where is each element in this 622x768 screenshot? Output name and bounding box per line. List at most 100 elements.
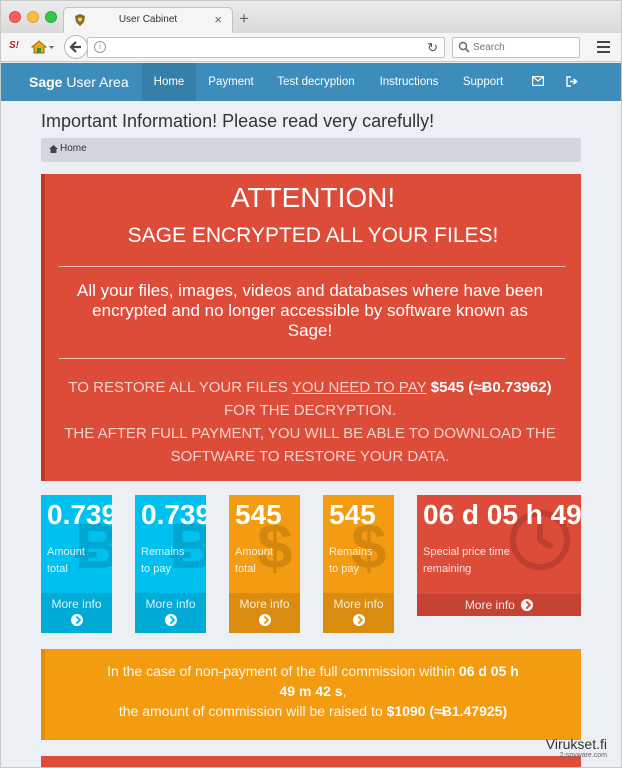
restore-line2: THE AFTER FULL PAYMENT, YOU WILL BE ABLE… — [64, 425, 556, 465]
zoom-window-button[interactable] — [45, 11, 57, 23]
back-arrow-icon — [69, 41, 81, 53]
brand-logo[interactable]: Sage User Area — [29, 74, 129, 90]
warning-raised-amount: $1090 (≈Ƀ1.47925) — [386, 703, 508, 719]
watermark: Virukset.fi 2-spyware.com — [546, 736, 607, 759]
back-button[interactable] — [64, 35, 88, 59]
new-tab-button[interactable]: + — [239, 9, 249, 29]
nav-payment[interactable]: Payment — [199, 63, 263, 101]
minimize-window-button[interactable] — [27, 11, 39, 23]
stat-label-line1: Amount — [47, 546, 85, 558]
sign-out-icon[interactable] — [566, 76, 578, 87]
addon-s-icon[interactable]: S! — [9, 40, 19, 51]
more-info-link[interactable]: More info — [135, 593, 206, 633]
restore-post: FOR THE DECRYPTION. — [224, 402, 396, 419]
stat-value: 545 — [235, 499, 282, 530]
nav-test-decryption[interactable]: Test decryption — [269, 63, 363, 101]
stat-amount-total-usd: $ 545 Amount total More info — [229, 495, 300, 633]
stat-remains-btc: Ƀ 0.73962 Remainsto pay More info — [135, 495, 206, 633]
ransom-alert: ATTENTION! SAGE ENCRYPTED ALL YOUR FILES… — [41, 174, 581, 481]
more-info-label: More info — [239, 597, 290, 611]
more-info-link[interactable]: More info — [323, 593, 394, 633]
stat-amount-total-btc: Ƀ 0.73962 Amounttotal More info — [41, 495, 112, 633]
title-bar: User Cabinet × + — [1, 1, 621, 33]
reload-icon[interactable]: ↻ — [427, 40, 438, 56]
alert-heading: ATTENTION! — [230, 182, 396, 213]
stat-value: 0.73962 — [141, 499, 206, 530]
tab-close-icon[interactable]: × — [214, 12, 222, 27]
more-info-label: More info — [145, 597, 196, 611]
stat-label-line1: Amount — [235, 546, 273, 558]
page-title: Important Information! Please read very … — [41, 111, 435, 131]
warning-line-2: 49 m 42 s, — [45, 683, 581, 699]
warning-line-3: the amount of commission will be raised … — [45, 703, 581, 719]
arrow-circle-right-icon — [521, 599, 534, 611]
stat-value: 545 — [329, 499, 376, 530]
alert-body: All your files, images, videos and datab… — [77, 281, 543, 340]
watermark-sub: 2-spyware.com — [559, 752, 607, 759]
page-content: Sage User Area Home Payment Test decrypt… — [1, 63, 621, 767]
arrow-circle-right-icon — [352, 614, 365, 626]
alert-subheading: SAGE ENCRYPTED ALL YOUR FILES! — [127, 224, 499, 247]
commission-warning: In the case of non-payment of the full c… — [41, 649, 581, 740]
hamburger-menu-icon[interactable] — [597, 41, 610, 56]
watermark-main: Virukset.fi — [545, 736, 607, 752]
more-info-link[interactable]: More info — [417, 594, 581, 616]
stat-label-line2: to pay — [329, 563, 359, 575]
stat-label: Amount total — [47, 544, 85, 578]
stat-label-line2: to pay — [141, 563, 171, 575]
search-bar[interactable] — [452, 37, 580, 58]
browser-toolbar: S! i ↻ — [1, 33, 621, 62]
stat-label-line2: total — [235, 563, 256, 575]
more-info-label: More info — [464, 598, 515, 612]
more-info-label: More info — [333, 597, 384, 611]
stat-label-line1: Remains — [329, 546, 373, 558]
restore-underlined: YOU NEED TO PAY — [291, 379, 427, 396]
stat-label: Remains to pay — [329, 544, 372, 578]
stat-value: 0.73962 — [47, 499, 112, 530]
more-info-label: More info — [51, 597, 102, 611]
site-info-icon[interactable]: i — [94, 41, 106, 53]
home-icon — [49, 145, 58, 153]
arrow-circle-right-icon — [164, 614, 177, 626]
more-info-link[interactable]: More info — [41, 593, 112, 633]
restore-instructions: TO RESTORE ALL YOUR FILES YOU NEED TO PA… — [50, 376, 570, 468]
search-input[interactable] — [473, 39, 573, 56]
brand-bold: Sage — [29, 74, 63, 90]
url-bar[interactable]: i ↻ — [87, 37, 445, 58]
stat-label-line1: Special price time — [423, 546, 510, 558]
nav-support[interactable]: Support — [454, 63, 512, 101]
nav-instructions[interactable]: Instructions — [371, 63, 447, 101]
breadcrumb: Home — [41, 138, 581, 162]
arrow-circle-right-icon — [70, 614, 83, 626]
stat-label-line1: Remains — [141, 546, 185, 558]
warning-text: the amount of commission will be raised … — [118, 703, 387, 719]
stat-label-line2: total — [47, 563, 68, 575]
stat-remains-usd: $ 545 Remains to pay More info — [323, 495, 394, 633]
envelope-icon[interactable] — [532, 76, 544, 86]
home-addon-icon[interactable] — [31, 39, 55, 55]
stat-label: Remains to pay — [141, 544, 184, 578]
close-window-button[interactable] — [9, 11, 21, 23]
nav-home[interactable]: Home — [142, 63, 196, 101]
warning-text: In the case of non-payment of the full c… — [107, 663, 459, 679]
breadcrumb-home-link[interactable]: Home — [60, 143, 87, 154]
brand-rest: User Area — [62, 74, 129, 90]
search-icon — [458, 41, 470, 53]
restore-pre: TO RESTORE ALL YOUR FILES — [68, 379, 292, 396]
main-navbar: Sage User Area Home Payment Test decrypt… — [1, 63, 621, 101]
bottom-alert-partial — [41, 756, 581, 767]
warning-countdown: 49 m 42 s — [279, 683, 343, 699]
stat-value: 06 d 05 h 49 m — [423, 499, 581, 530]
more-info-link[interactable]: More info — [229, 593, 300, 633]
alert-divider — [59, 358, 565, 359]
browser-window: User Cabinet × + S! i ↻ Search Sage User… — [0, 0, 622, 768]
stat-label: Amount total — [235, 544, 273, 578]
stat-time-remaining: 06 d 05 h 49 m Special price time remaini… — [417, 495, 581, 616]
warning-line-1: In the case of non-payment of the full c… — [45, 663, 581, 679]
warning-countdown: 06 d 05 h — [458, 663, 519, 679]
stat-label: Special price time remaining — [423, 544, 510, 578]
browser-tab[interactable]: User Cabinet × — [63, 7, 233, 33]
tab-title: User Cabinet — [118, 14, 178, 25]
alert-divider — [59, 266, 565, 267]
warning-text: , — [342, 683, 347, 699]
